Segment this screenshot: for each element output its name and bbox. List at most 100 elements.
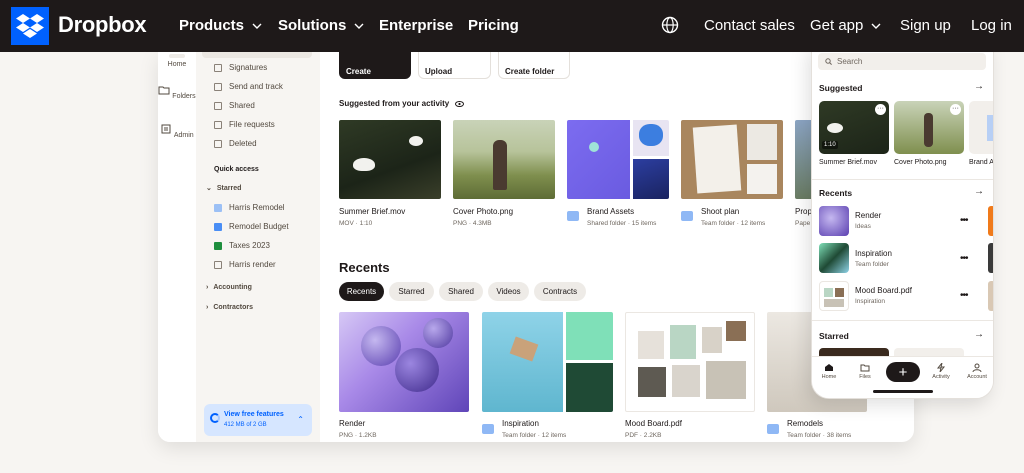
phone-tab-account[interactable]: Account (962, 363, 992, 380)
starred-item-taxes-2023[interactable]: Taxes 2023 (214, 241, 270, 250)
nav-log-in[interactable]: Log in (971, 17, 1012, 34)
phone-tab-files[interactable]: Files (850, 363, 880, 380)
plus-icon: + (898, 363, 908, 381)
nav-products[interactable]: Products (179, 17, 263, 34)
nav-sign-up[interactable]: Sign up (900, 17, 951, 34)
suggested-heading: Suggested from your activity (339, 99, 465, 108)
sidebar-item-label: Send and track (229, 82, 283, 91)
phone-photo-thumbnail[interactable]: ··· (894, 101, 964, 154)
phone-recent-thumb-mood-board[interactable] (819, 281, 849, 311)
starred-item-remodel-budget[interactable]: Remodel Budget (214, 222, 289, 231)
arrow-right-icon[interactable]: → (974, 329, 984, 340)
top-navigation: Dropbox Products Solutions Enterprise Pr… (0, 0, 1024, 52)
more-icon[interactable]: ••• (960, 290, 968, 301)
sidebar-item-signatures[interactable]: Signatures (214, 63, 267, 72)
purple-art (567, 120, 630, 199)
chip-shared[interactable]: Shared (439, 282, 483, 301)
starred-item-label: Harris Remodel (229, 203, 285, 212)
phone-recent-name[interactable]: Render (855, 211, 881, 220)
nav-solutions[interactable]: Solutions (278, 17, 365, 34)
sidebar-item-deleted[interactable]: Deleted (214, 139, 257, 148)
chip-videos[interactable]: Videos (488, 282, 529, 301)
nav-enterprise[interactable]: Enterprise (379, 17, 453, 34)
add-fab-button[interactable]: + (886, 362, 920, 382)
blue-art (482, 312, 563, 412)
photo-tile (672, 365, 700, 397)
phone-tab-label: Activity (932, 374, 950, 380)
folder-icon (860, 364, 870, 372)
rail-home-label: Home (167, 61, 187, 68)
nav-solutions-label: Solutions (278, 17, 347, 34)
phone-recents-heading: Recents (819, 188, 853, 198)
rail-admin[interactable]: Admin (158, 124, 196, 139)
notebook-shape (692, 124, 742, 194)
team-folder-icon (482, 424, 494, 434)
brand-name[interactable]: Dropbox (58, 12, 147, 38)
nav-get-app[interactable]: Get app (810, 17, 882, 34)
swan-shape (409, 136, 423, 146)
card-meta: Team folder · 38 items (787, 432, 852, 439)
phone-folder-thumbnail[interactable] (969, 101, 993, 154)
sidebar-item-send-and-track[interactable]: Send and track (214, 82, 283, 91)
chevron-right-icon: › (206, 304, 209, 311)
nav-contact-sales[interactable]: Contact sales (704, 17, 795, 34)
upload-button[interactable]: Upload (418, 52, 491, 79)
folder-thumbnail (567, 120, 669, 199)
admin-icon (161, 124, 171, 134)
card-meta: PDF · 2.2KB (625, 432, 662, 439)
more-icon[interactable]: ··· (875, 104, 886, 115)
card-name: Inspiration (502, 419, 539, 428)
phone-tab-home[interactable]: Home (814, 363, 844, 380)
more-icon[interactable]: ••• (960, 215, 968, 226)
app-preview: Home Folders Admin Signatures Send and t… (158, 52, 914, 442)
more-icon[interactable]: ••• (960, 253, 968, 264)
create-button[interactable]: Create (339, 52, 411, 79)
phone-recent-thumb-render[interactable] (819, 206, 849, 236)
starred-item-harris-remodel[interactable]: Harris Remodel (214, 203, 285, 212)
starred-item-harris-render[interactable]: Harris render (214, 260, 276, 269)
globe-icon[interactable] (661, 16, 679, 34)
arrow-right-icon[interactable]: → (974, 81, 984, 92)
sidebar-item-file-requests[interactable]: File requests (214, 120, 275, 129)
more-icon[interactable]: ··· (950, 104, 961, 115)
chip-starred[interactable]: Starred (389, 282, 434, 301)
recents-title: Recents (339, 260, 390, 275)
arrow-right-icon[interactable]: → (974, 186, 984, 197)
starred-group[interactable]: ⌄ Starred (206, 184, 242, 193)
eye-icon[interactable] (455, 100, 465, 107)
create-folder-button[interactable]: Create folder (498, 52, 570, 79)
phone-video-thumbnail[interactable]: 1:10 ··· (819, 101, 889, 154)
phone-search-field[interactable]: Search (818, 53, 986, 70)
starred-label: Starred (216, 184, 242, 192)
sidebar: Signatures Send and track Shared File re… (196, 52, 320, 442)
folder-icon (158, 86, 170, 95)
phone-tab-label: Account (967, 374, 987, 380)
blob-shape (423, 318, 453, 348)
person-shape (924, 113, 933, 147)
sidebar-item-shared[interactable]: Shared (214, 101, 255, 110)
accounting-group[interactable]: › Accounting (206, 284, 252, 291)
nav-pricing[interactable]: Pricing (468, 17, 519, 34)
dropbox-logo-icon[interactable] (11, 7, 49, 45)
activity-icon (936, 362, 946, 373)
contractors-group[interactable]: › Contractors (206, 304, 253, 311)
rail-folders[interactable]: Folders (158, 85, 196, 100)
photo-tile (835, 288, 844, 297)
phone-suggested-caption: Summer Brief.mov (819, 159, 877, 166)
phone-recent-thumb-inspiration[interactable] (819, 243, 849, 273)
chip-recents[interactable]: Recents (339, 282, 384, 301)
chevron-right-icon: › (206, 284, 209, 291)
free-features-banner[interactable]: View free features 412 MB of 2 GB ⌃ (204, 404, 312, 436)
chip-contracts[interactable]: Contracts (534, 282, 586, 301)
phone-recent-name[interactable]: Mood Board.pdf (855, 286, 912, 295)
search-icon (825, 58, 832, 65)
phone-recent-name[interactable]: Inspiration (855, 249, 892, 258)
card-meta: PNG · 1.2KB (339, 432, 377, 439)
rail-admin-label: Admin (173, 132, 194, 139)
starred-item-label: Remodel Budget (229, 222, 289, 231)
phone-tab-activity[interactable]: Activity (926, 362, 956, 380)
sidebar-active-highlight (202, 52, 312, 58)
phone-starred-heading: Starred (819, 331, 849, 341)
rail-home[interactable]: Home (158, 54, 196, 68)
card-name: Shoot plan (701, 207, 740, 216)
